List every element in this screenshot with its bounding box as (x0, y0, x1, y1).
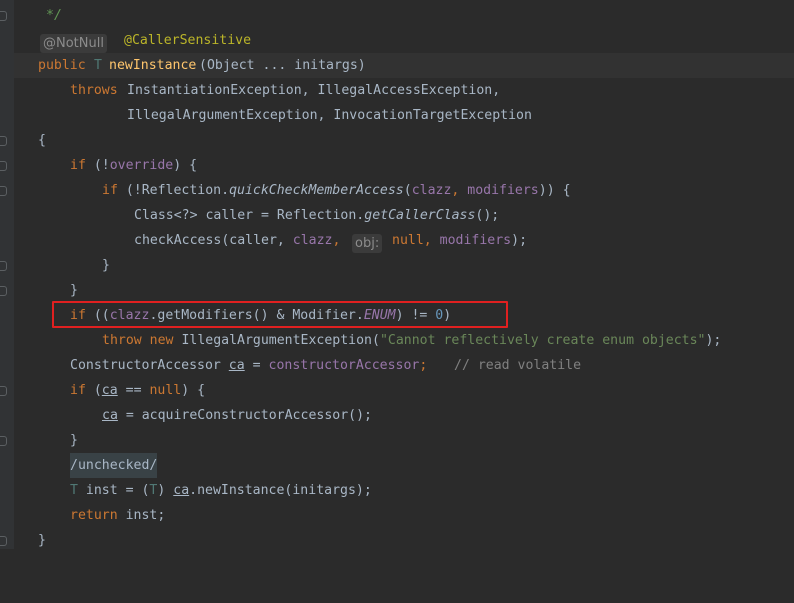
code-line: if (!override) { (14, 153, 794, 178)
fold-marker-icon[interactable] (0, 186, 7, 196)
throws-list: InstantiationException, IllegalAccessExc… (127, 83, 501, 98)
obj-hint-text: obj: (352, 234, 383, 253)
code-text: Class<?> caller = Reflection. (134, 208, 365, 223)
brace: } (70, 283, 78, 298)
code-line: } (14, 428, 794, 453)
code-text: ); (511, 233, 528, 248)
line-comment: // read volatile (454, 358, 582, 373)
override-field: override (109, 158, 174, 173)
brace: } (38, 533, 46, 548)
ca-variable: ca (228, 358, 245, 373)
throws-keyword: throws (70, 83, 118, 98)
method-params: (Object ... initargs) (199, 58, 366, 73)
null-keyword: null (149, 383, 182, 398)
new-keyword: new (149, 333, 174, 348)
code-line: if (ca == null) { (14, 378, 794, 403)
modifiers-field: modifiers (467, 183, 539, 198)
code-line: ca = acquireConstructorAccessor(); (14, 403, 794, 428)
if-keyword: if (102, 183, 118, 198)
comma: , (451, 183, 468, 198)
fold-marker-icon[interactable] (0, 436, 7, 446)
fold-marker-icon[interactable] (0, 386, 7, 396)
code-text: inst = ( (77, 483, 150, 498)
brace: { (38, 133, 46, 148)
editor-gutter (0, 0, 14, 549)
code-line-current: public T newInstance (Object ... initarg… (14, 53, 794, 78)
code-text: ConstructorAccessor (70, 358, 229, 373)
fold-marker-icon[interactable] (0, 136, 7, 146)
code-line: ConstructorAccessor ca = constructorAcce… (14, 353, 794, 378)
code-line: { (14, 128, 794, 153)
if-keyword: if (70, 158, 86, 173)
code-line: checkAccess(caller, clazz, obj: null, mo… (14, 228, 794, 253)
ca-variable: ca (102, 408, 118, 423)
semicolon: ; (419, 358, 428, 373)
fold-marker-icon[interactable] (0, 536, 7, 546)
code-text: checkAccess(caller, (134, 233, 293, 248)
code-line: Class<?> caller = Reflection.getCallerCl… (14, 203, 794, 228)
code-text: = (244, 358, 269, 373)
notnull-hint-text: @NotNull (40, 34, 107, 53)
code-text: ( (93, 383, 102, 398)
code-text: .newInstance(initargs); (189, 483, 372, 498)
code-text: )) { (538, 183, 571, 198)
ca-variable: ca (101, 383, 118, 398)
type-param: T (94, 58, 102, 73)
code-text: ) (157, 483, 174, 498)
null-keyword: null (392, 233, 424, 248)
code-text: ) { (173, 158, 198, 173)
code-text: ( (403, 183, 412, 198)
fold-marker-icon[interactable] (0, 261, 7, 271)
code-line: throws InstantiationException, IllegalAc… (14, 78, 794, 103)
clazz-field: clazz (292, 233, 333, 248)
code-text: ); (705, 333, 722, 348)
code-text: (); (475, 208, 500, 223)
clazz-field: clazz (411, 183, 452, 198)
brace: } (102, 258, 110, 273)
code-text: ) { (181, 383, 206, 398)
static-method-call: getCallerClass (364, 208, 476, 223)
modifiers-field: modifiers (439, 233, 512, 248)
method-name: newInstance (109, 58, 197, 73)
brace: } (70, 433, 78, 448)
code-line: throw new IllegalArgumentException("Cann… (14, 328, 794, 353)
type-param: T (70, 483, 78, 498)
public-keyword: public (38, 58, 86, 73)
code-line: T inst = (T) ca.newInstance(initargs); (14, 478, 794, 503)
comma: , (423, 233, 440, 248)
code-line: @NotNull @CallerSensitive (14, 28, 794, 53)
field-ref: constructorAccessor (268, 358, 420, 373)
code-line: } (14, 528, 794, 553)
fold-marker-icon[interactable] (0, 11, 7, 21)
code-line: return inst; (14, 503, 794, 528)
static-method-call: quickCheckMemberAccess (229, 183, 404, 198)
caller-sensitive-annotation: @CallerSensitive (124, 33, 252, 48)
javadoc-end: */ (46, 8, 62, 23)
string-literal: "Cannot reflectively create enum objects… (379, 333, 706, 348)
code-line: } (14, 278, 794, 303)
throws-list: IllegalArgumentException, InvocationTarg… (127, 108, 532, 123)
suppress-comment: /unchecked/ (70, 453, 158, 478)
return-keyword: return (70, 508, 118, 523)
if-keyword: if (70, 383, 86, 398)
comma: , (332, 233, 349, 248)
red-highlight-box (52, 301, 508, 328)
code-line: if (!Reflection.quickCheckMemberAccess(c… (14, 178, 794, 203)
code-text: (! (93, 158, 110, 173)
code-text: IllegalArgumentException( (181, 333, 380, 348)
code-text: (!Reflection. (125, 183, 230, 198)
code-line: } (14, 253, 794, 278)
code-line: */ (14, 3, 794, 28)
ca-variable: ca (173, 483, 190, 498)
throw-keyword: throw (102, 333, 142, 348)
fold-marker-icon[interactable] (0, 286, 7, 296)
code-line: /unchecked/ (14, 453, 794, 478)
fold-marker-icon[interactable] (0, 161, 7, 171)
code-text: inst; (117, 508, 166, 523)
code-text: == (117, 383, 150, 398)
code-line: IllegalArgumentException, InvocationTarg… (14, 103, 794, 128)
code-text: = acquireConstructorAccessor(); (117, 408, 372, 423)
